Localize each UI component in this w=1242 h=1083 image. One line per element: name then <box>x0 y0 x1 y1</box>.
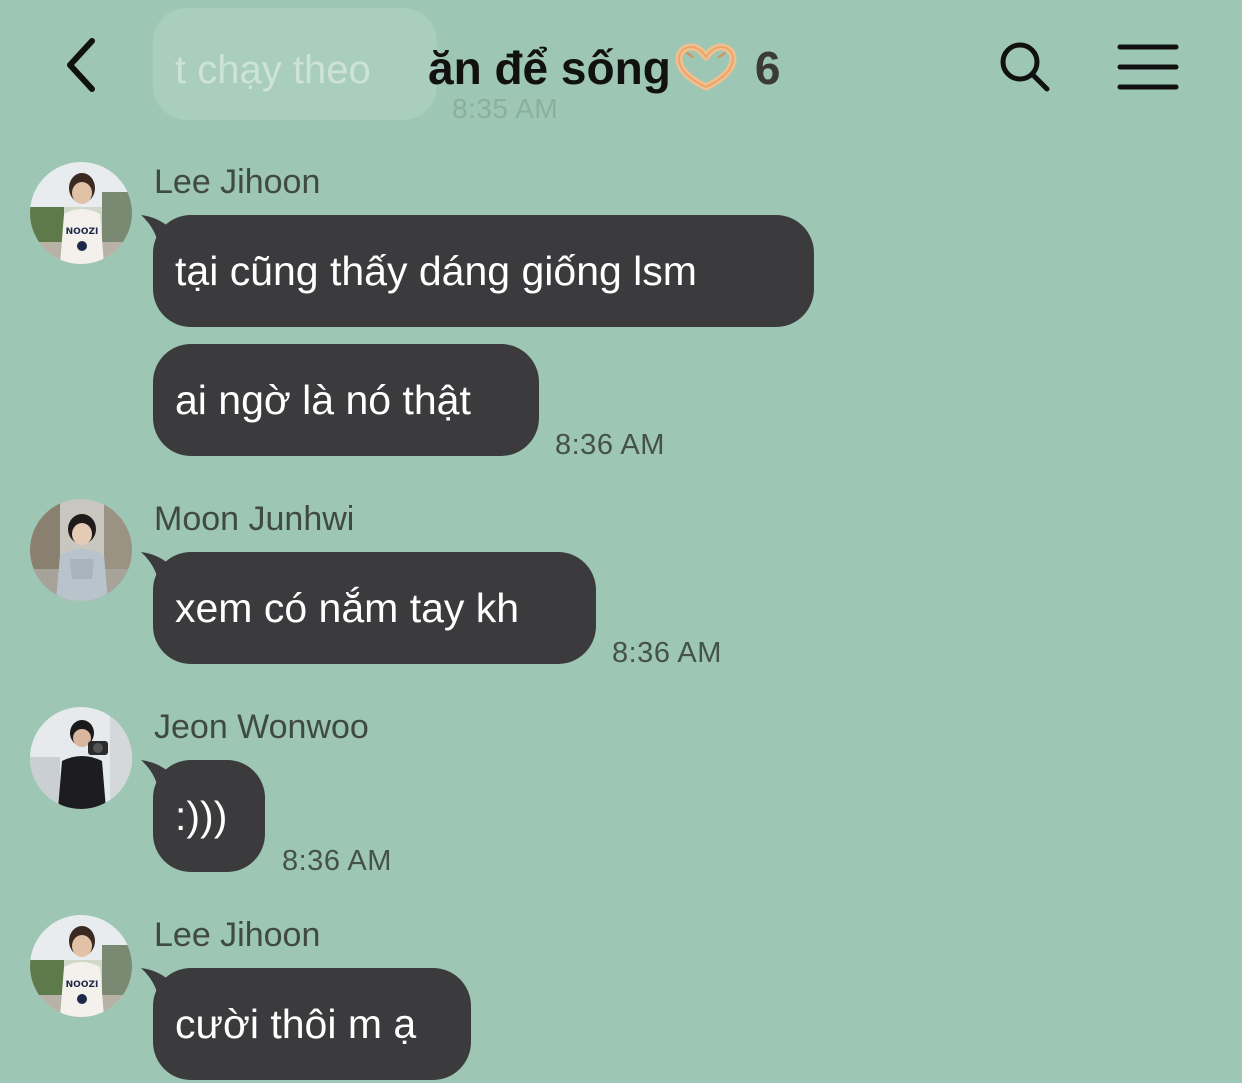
message-bubble[interactable]: ai ngờ là nó thật <box>153 344 539 456</box>
message-bubble[interactable]: cười thôi m ạ <box>141 968 471 1080</box>
svg-text:NOOZI: NOOZI <box>66 980 99 990</box>
avatar[interactable]: NOOZI <box>30 162 132 264</box>
avatar[interactable]: NOOZI <box>30 915 132 1017</box>
chat-header: ăn để sống 6 <box>0 0 1242 130</box>
avatar-photo-lee-jihoon: NOOZI <box>30 915 132 1017</box>
search-button[interactable] <box>990 32 1060 102</box>
message-text: xem có nắm tay kh <box>175 584 520 631</box>
message-bubble[interactable]: xem có nắm tay kh <box>141 552 596 664</box>
message-time: 8:36 AM <box>612 637 722 669</box>
message-bubble[interactable]: tại cũng thấy dáng giống lsm <box>141 215 814 327</box>
avatar-photo-jeon-wonwoo <box>30 707 132 809</box>
chat-title[interactable]: ăn để sống 6 <box>428 38 780 98</box>
svg-text:NOOZI: NOOZI <box>66 227 99 237</box>
sender-name: Moon Junhwi <box>154 500 355 538</box>
message-text: :))) <box>175 792 228 839</box>
message-bubble[interactable]: :))) <box>141 760 265 872</box>
member-count: 6 <box>754 42 781 94</box>
message-time: 8:36 AM <box>282 845 392 877</box>
message-text: ai ngờ là nó thật <box>175 376 471 423</box>
menu-button[interactable] <box>1108 32 1188 102</box>
sender-name: Lee Jihoon <box>154 916 321 954</box>
message-time: 8:36 AM <box>555 429 665 461</box>
chat-title-text: ăn để sống <box>428 42 671 94</box>
chevron-left-icon <box>67 38 95 92</box>
avatar[interactable] <box>30 707 132 809</box>
heart-hands-icon <box>675 43 737 91</box>
message-text: cười thôi m ạ <box>175 1000 417 1047</box>
sender-name: Lee Jihoon <box>154 163 321 201</box>
avatar-photo-moon-junhwi <box>30 499 132 601</box>
message-text: tại cũng thấy dáng giống lsm <box>175 247 697 294</box>
avatar[interactable] <box>30 499 132 601</box>
avatar-photo-lee-jihoon: NOOZI <box>30 162 132 264</box>
search-icon <box>1000 42 1050 92</box>
back-button[interactable] <box>50 30 110 100</box>
menu-icon <box>1117 44 1179 90</box>
sender-name: Jeon Wonwoo <box>154 708 369 746</box>
